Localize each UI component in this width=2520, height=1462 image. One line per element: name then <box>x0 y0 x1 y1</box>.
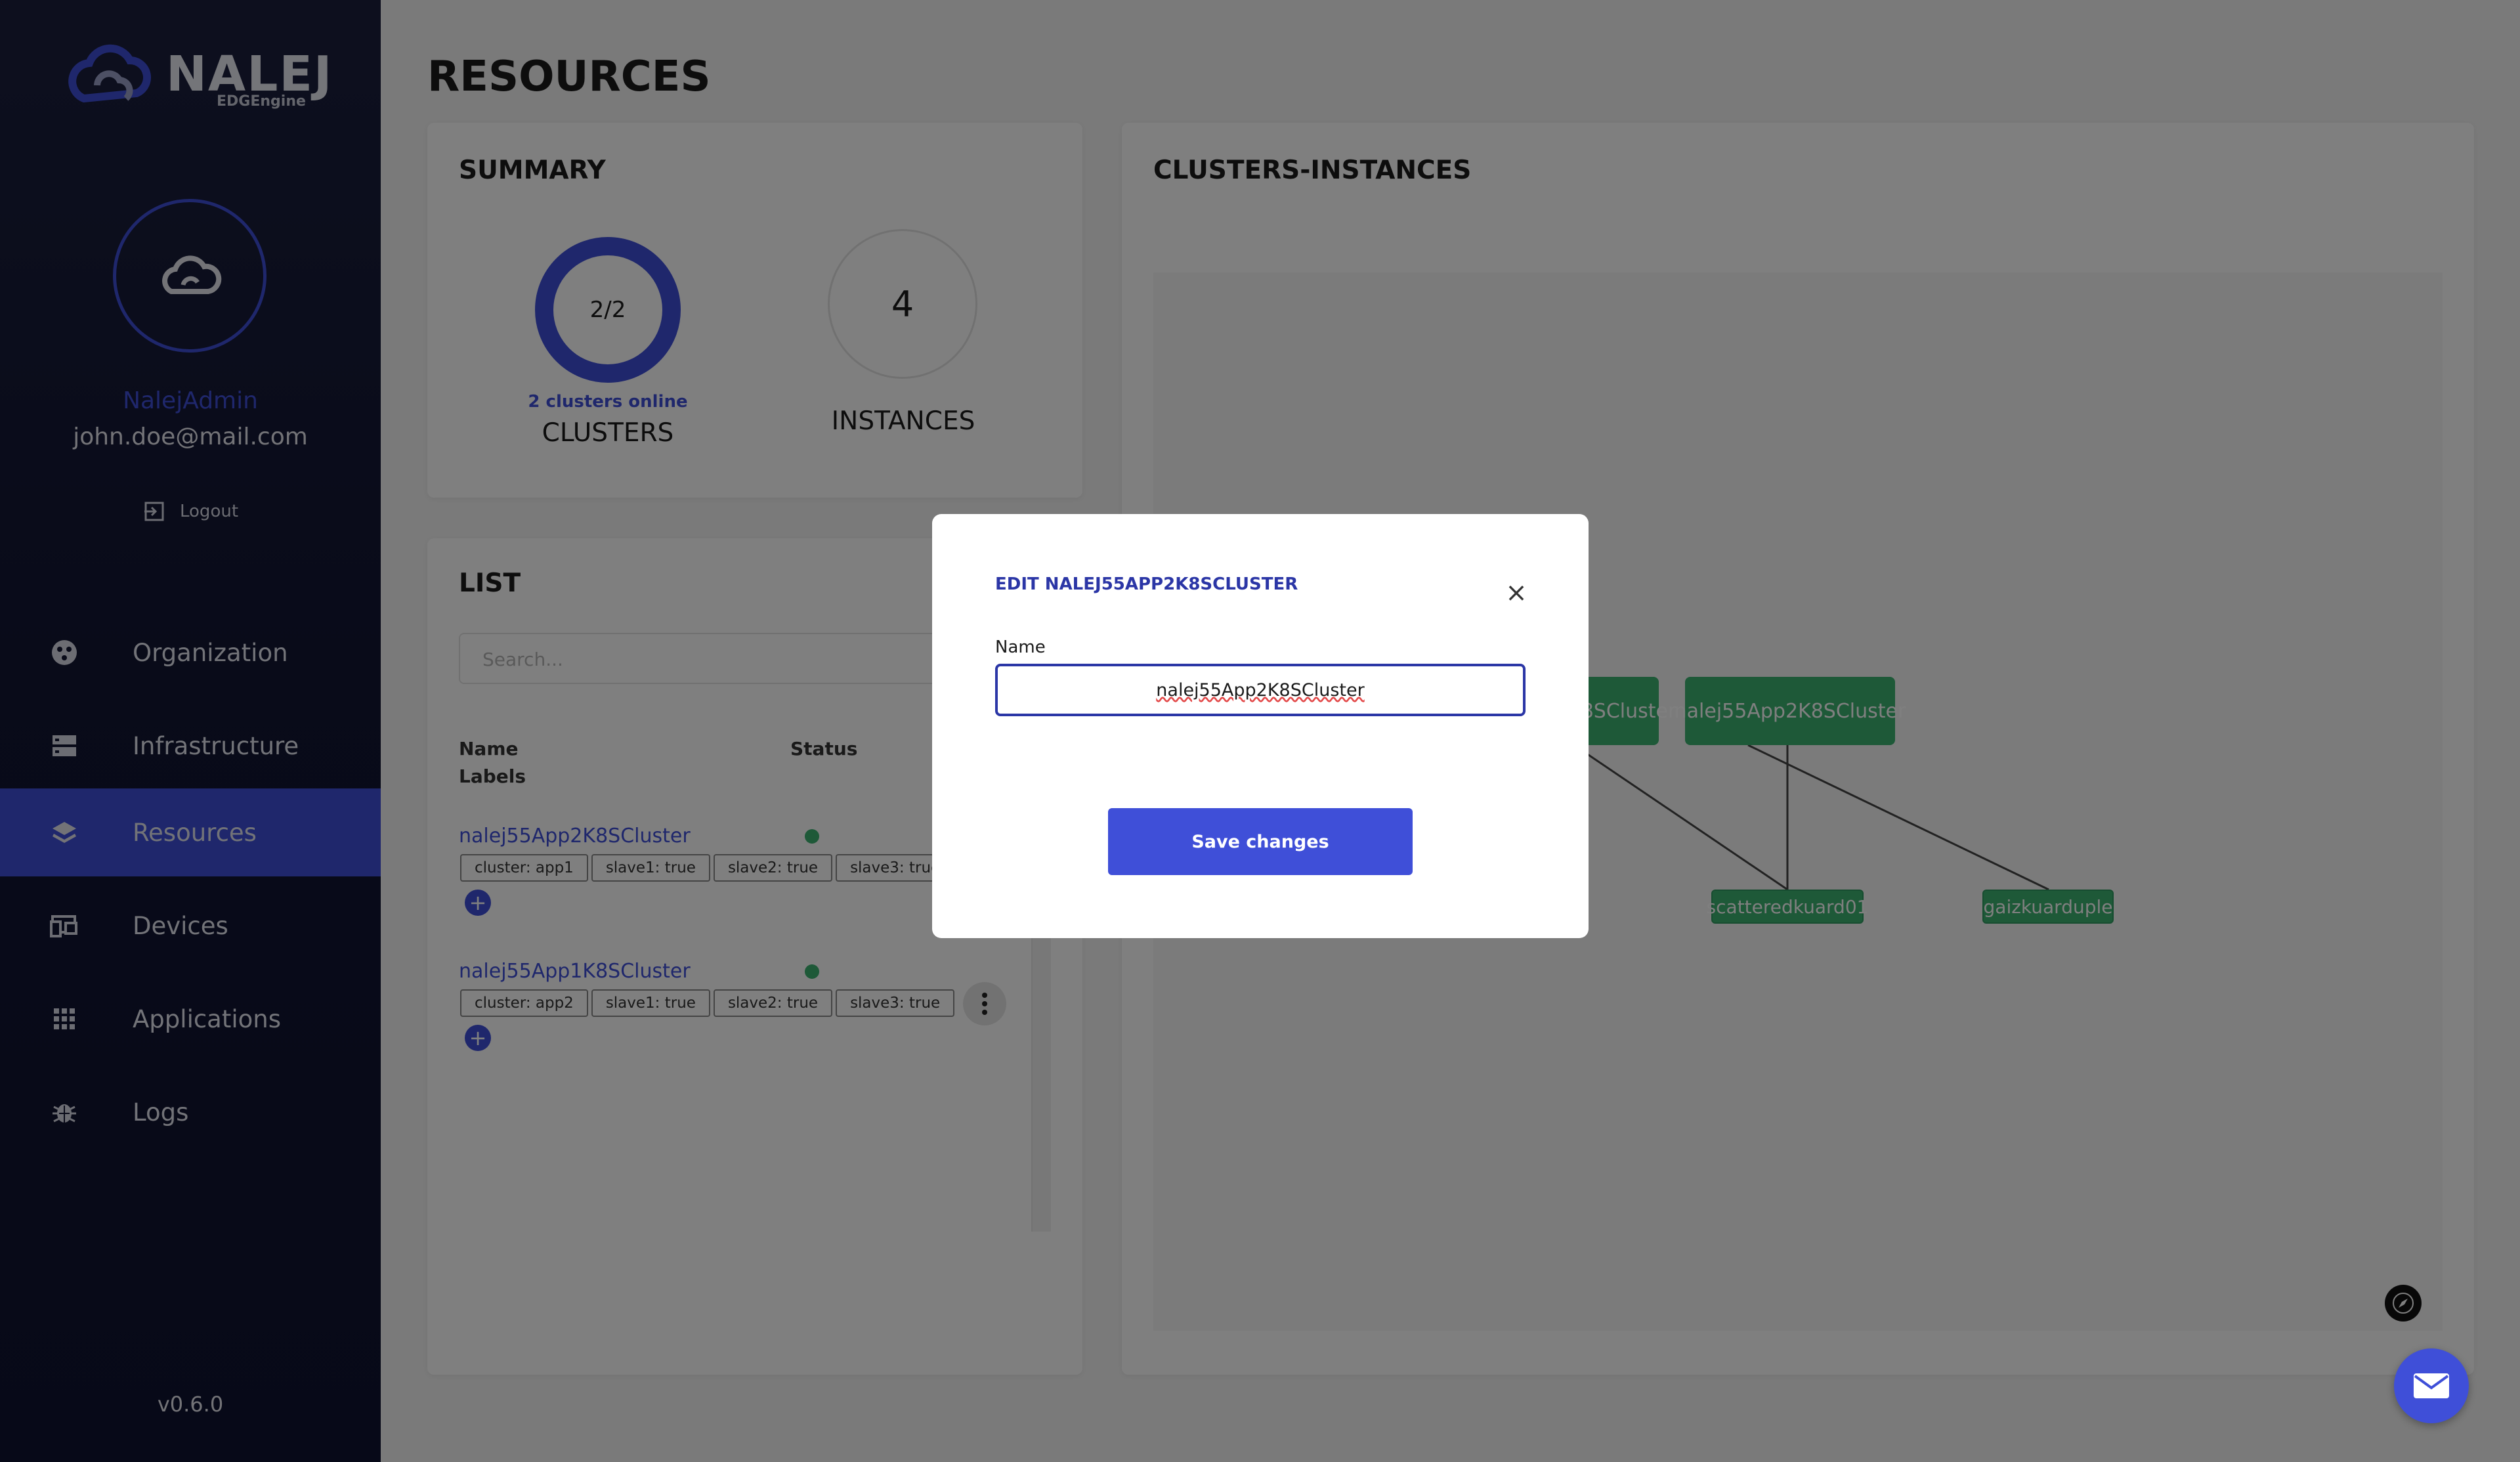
edit-cluster-modal: EDIT NALEJ55APP2K8SCLUSTER × Name nalej5… <box>932 514 1589 938</box>
name-field-value: nalej55App2K8SCluster <box>1156 679 1365 700</box>
name-field[interactable]: nalej55App2K8SCluster <box>995 664 1526 716</box>
mail-icon <box>2414 1373 2449 1398</box>
messages-button[interactable] <box>2394 1348 2469 1423</box>
save-changes-button[interactable]: Save changes <box>1108 808 1413 875</box>
close-icon[interactable]: × <box>1503 580 1529 606</box>
name-field-label: Name <box>995 637 1046 657</box>
modal-title: EDIT NALEJ55APP2K8SCLUSTER <box>995 574 1298 594</box>
